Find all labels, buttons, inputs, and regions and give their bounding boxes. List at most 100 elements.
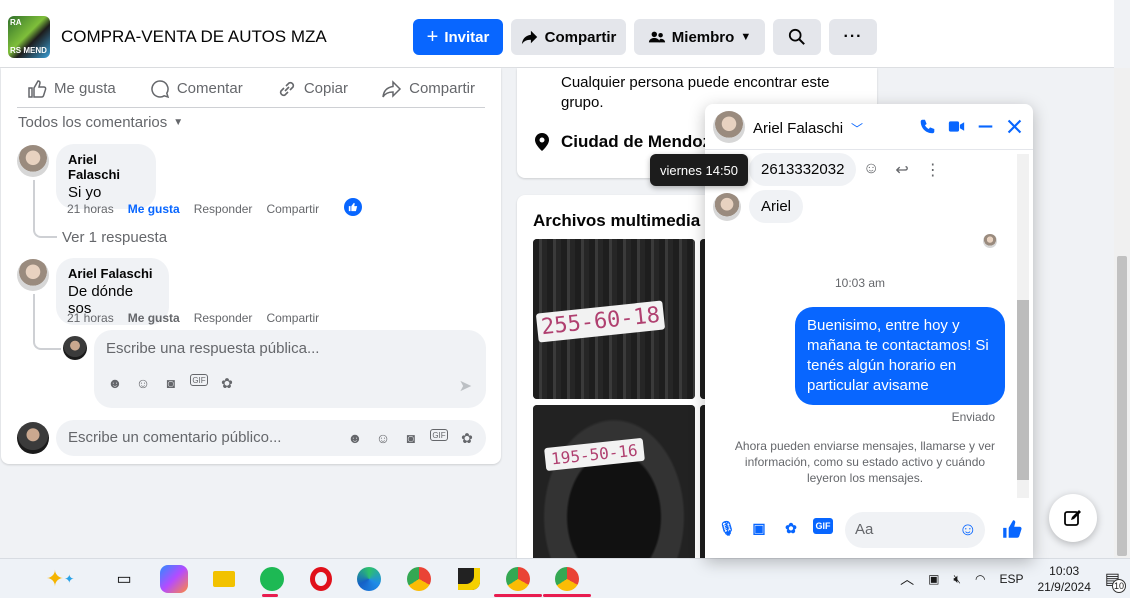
message-sent[interactable]: Buenisimo, entre hoy y mañana te contact… xyxy=(795,307,1005,405)
speaker-muted-icon[interactable]: 🔇︎ xyxy=(953,572,961,587)
opera-icon[interactable] xyxy=(307,565,335,593)
sticker-icon[interactable]: ✿ xyxy=(781,518,801,538)
comment-bubble: Ariel Falaschi Si yo xyxy=(56,144,156,209)
comment-share-button[interactable]: Compartir xyxy=(266,202,319,216)
share-post-button[interactable]: Compartir xyxy=(372,79,485,99)
chevron-up-icon[interactable]: ︿ xyxy=(900,569,914,589)
notification-icon[interactable]: ▤ 10 xyxy=(1105,569,1126,593)
media-title[interactable]: Archivos multimedia re xyxy=(533,211,721,231)
chat-scrollbar[interactable] xyxy=(1017,154,1029,498)
emoji-icon[interactable]: ☺ xyxy=(374,429,392,447)
share-group-button[interactable]: Compartir xyxy=(511,19,626,55)
file-explorer-icon[interactable] xyxy=(210,565,238,593)
plus-icon: + xyxy=(426,25,439,48)
page-scrollbar[interactable] xyxy=(1114,68,1130,558)
group-cover-thumbnail[interactable]: RA RS MEND xyxy=(8,16,50,58)
chat-message-input[interactable]: Aa ☺ xyxy=(845,512,985,548)
comment-reply-button[interactable]: Responder xyxy=(194,311,253,325)
comments-filter-dropdown[interactable]: Todos los comentarios ▼ xyxy=(18,114,183,131)
task-view-icon[interactable]: ▭ xyxy=(110,565,138,593)
seen-receipt-avatar xyxy=(983,234,997,248)
comment-like-button[interactable]: Me gusta xyxy=(128,311,180,325)
reply-input-box[interactable]: Escribe una respuesta pública... ☻ ☺ ◙ G… xyxy=(94,330,486,408)
share-label: Compartir xyxy=(409,80,475,97)
group-name[interactable]: COMPRA-VENTA DE AUTOS MZA xyxy=(61,27,327,47)
sticker-icon[interactable]: ✿ xyxy=(218,374,236,392)
minimize-icon[interactable] xyxy=(977,118,994,135)
chat-contact-avatar[interactable] xyxy=(713,111,745,143)
comment-post-button[interactable]: Comentar xyxy=(140,79,253,99)
sticker-icon[interactable]: ✿ xyxy=(458,429,476,447)
gif-icon[interactable]: GIF xyxy=(813,518,833,534)
chrome-icon[interactable] xyxy=(405,565,433,593)
avatar-sticker-icon[interactable]: ☻ xyxy=(106,374,124,392)
comment-input-box[interactable]: Escribe un comentario público... ☻ ☺ ◙ G… xyxy=(56,420,486,456)
spotify-icon[interactable] xyxy=(258,565,286,593)
message-received[interactable]: 2613332032 xyxy=(749,153,857,186)
video-call-icon[interactable] xyxy=(948,118,965,135)
more-vertical-icon[interactable]: ⋮ xyxy=(925,160,941,180)
message-timestamp: 10:03 am xyxy=(834,276,886,290)
view-replies-link[interactable]: Ver 1 respuesta xyxy=(62,229,167,246)
new-message-button[interactable] xyxy=(1049,494,1097,542)
member-dropdown-button[interactable]: Miembro ▼ xyxy=(634,19,765,55)
chrome-profile-icon[interactable] xyxy=(504,565,532,593)
thumbs-up-send-icon[interactable] xyxy=(1001,518,1023,540)
share-label: Compartir xyxy=(544,28,617,46)
send-icon[interactable]: ➤ xyxy=(459,376,472,396)
emoji-icon[interactable]: ☺ xyxy=(959,519,977,540)
close-icon[interactable] xyxy=(1006,118,1023,135)
comment-author[interactable]: Ariel Falaschi xyxy=(68,152,144,182)
search-group-button[interactable] xyxy=(773,19,821,55)
gif-icon[interactable]: GIF xyxy=(430,429,448,441)
comment-time[interactable]: 21 horas xyxy=(67,202,114,216)
copilot-app-icon[interactable] xyxy=(160,565,188,593)
comment-reply-button[interactable]: Responder xyxy=(194,202,253,216)
camera-icon[interactable]: ◙ xyxy=(162,374,180,392)
chat-scrollbar-thumb[interactable] xyxy=(1017,300,1029,480)
current-user-avatar[interactable] xyxy=(17,422,49,454)
avatar[interactable] xyxy=(17,259,49,291)
message-received[interactable]: Ariel xyxy=(749,190,804,223)
chrome-profile-icon[interactable] xyxy=(553,565,581,593)
gif-icon[interactable]: GIF xyxy=(190,374,208,386)
reply-placeholder: Escribe una respuesta pública... xyxy=(106,340,320,357)
image-icon[interactable]: ▣ xyxy=(749,518,769,538)
copy-link-button[interactable]: Copiar xyxy=(267,79,358,99)
wifi-icon[interactable]: ◠ xyxy=(975,572,985,586)
react-emoji-icon[interactable]: ☺ xyxy=(863,160,879,180)
like-reaction-icon[interactable] xyxy=(344,198,362,216)
reply-arrow-icon[interactable]: ↩ xyxy=(895,160,908,180)
avatar-sticker-icon[interactable]: ☻ xyxy=(346,429,364,447)
chat-header: Ariel Falaschi ﹀ xyxy=(705,104,1033,150)
invite-button[interactable]: + Invitar xyxy=(413,19,503,55)
post-comments-panel: Me gusta Comentar Copiar Compartir Todos… xyxy=(1,68,501,464)
media-thumbnail[interactable]: 195-50-16 xyxy=(533,405,695,565)
microphone-icon[interactable]: 🎙︎ xyxy=(717,518,737,538)
active-app-indicator xyxy=(262,594,278,597)
avatar[interactable] xyxy=(17,145,49,177)
sticky-notes-icon[interactable] xyxy=(455,565,483,593)
page-scrollbar-thumb[interactable] xyxy=(1117,256,1127,556)
chat-contact-name-button[interactable]: Ariel Falaschi ﹀ xyxy=(753,120,863,137)
media-thumbnail[interactable]: 255-60-18 xyxy=(533,239,695,399)
copilot-sparkle-icon[interactable]: ✦ ✦ xyxy=(30,565,90,593)
current-user-avatar[interactable] xyxy=(63,336,87,360)
comments-filter-label: Todos los comentarios xyxy=(18,114,168,131)
battery-network-icon[interactable]: ▣ xyxy=(928,572,939,586)
like-post-button[interactable]: Me gusta xyxy=(17,79,126,99)
comment-time[interactable]: 21 horas xyxy=(67,311,114,325)
comment-author[interactable]: Ariel Falaschi xyxy=(68,266,157,281)
language-indicator[interactable]: ESP xyxy=(999,572,1023,586)
chat-contact-avatar[interactable] xyxy=(713,193,741,221)
edge-icon[interactable] xyxy=(355,565,383,593)
active-app-indicator xyxy=(543,594,591,597)
comment-like-button[interactable]: Me gusta xyxy=(128,202,180,216)
camera-icon[interactable]: ◙ xyxy=(402,429,420,447)
clock[interactable]: 10:03 21/9/2024 xyxy=(1037,563,1090,595)
more-options-button[interactable]: ··· xyxy=(829,19,877,55)
emoji-icon[interactable]: ☺ xyxy=(134,374,152,392)
phone-icon[interactable] xyxy=(919,118,936,135)
comment-share-button[interactable]: Compartir xyxy=(266,311,319,325)
system-tray: ︿ ▣ 🔇︎ ◠ ESP 10:03 21/9/2024 ▤ 10 xyxy=(900,559,1126,598)
